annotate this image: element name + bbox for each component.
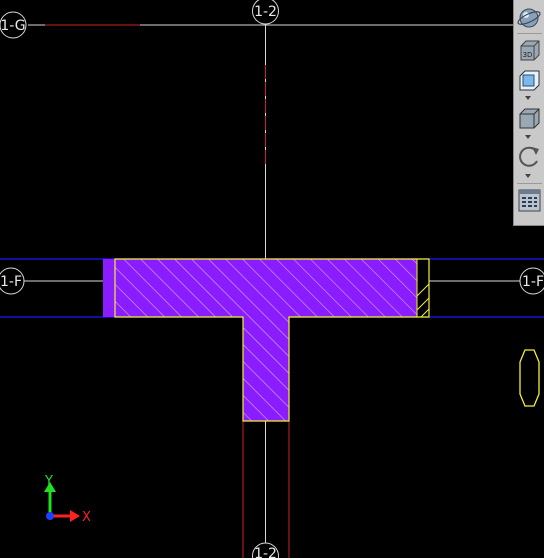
grid-label-right-mid: 1-F — [522, 274, 544, 290]
grid-label-bottom: 1-2 — [254, 546, 277, 558]
toolbar-separator — [517, 183, 542, 184]
3d-view-label: 3D — [523, 51, 533, 59]
rotate-dropdown-arrow[interactable] — [525, 174, 531, 178]
left-end-solid-fill — [103, 259, 115, 317]
grid-label-left-mid: 1-F — [0, 274, 22, 290]
t-shape-fill — [115, 259, 417, 421]
top-view-cube-icon[interactable] — [516, 67, 543, 94]
grid-bubble-bottom[interactable]: 1-2 — [252, 542, 279, 558]
grid-bubble-left-mid[interactable]: 1-F — [0, 267, 25, 295]
ucs-y-label: Y — [44, 474, 53, 489]
view-cube-icon[interactable] — [516, 105, 543, 132]
yellow-octagon-marker[interactable] — [519, 349, 540, 407]
view-manager-icon[interactable] — [516, 187, 543, 214]
ucs-icon: Y X — [44, 474, 91, 525]
view-toolbar: 3D — [513, 0, 544, 226]
orbit-sphere-icon[interactable] — [516, 4, 543, 31]
t-shape-hatch[interactable] — [103, 258, 430, 422]
grid-bubble-top[interactable]: 1-2 — [252, 0, 279, 25]
rotate-icon[interactable] — [516, 143, 543, 170]
grid-label-top: 1-2 — [254, 4, 277, 20]
grid-bubble-left-top[interactable]: 1-G — [0, 11, 27, 39]
drawing-canvas[interactable]: 1-2 1-2 1-G 1-F 1-F Y X — [0, 0, 544, 558]
view-cube-dropdown-arrow[interactable] — [525, 135, 531, 139]
grid-label-left-top: 1-G — [0, 18, 25, 34]
toolbar-separator — [517, 33, 542, 34]
grid-bubble-right-mid[interactable]: 1-F — [519, 267, 544, 295]
ucs-x-label: X — [82, 510, 91, 525]
3d-view-icon[interactable]: 3D — [516, 37, 543, 64]
top-view-dropdown-arrow[interactable] — [525, 96, 531, 100]
